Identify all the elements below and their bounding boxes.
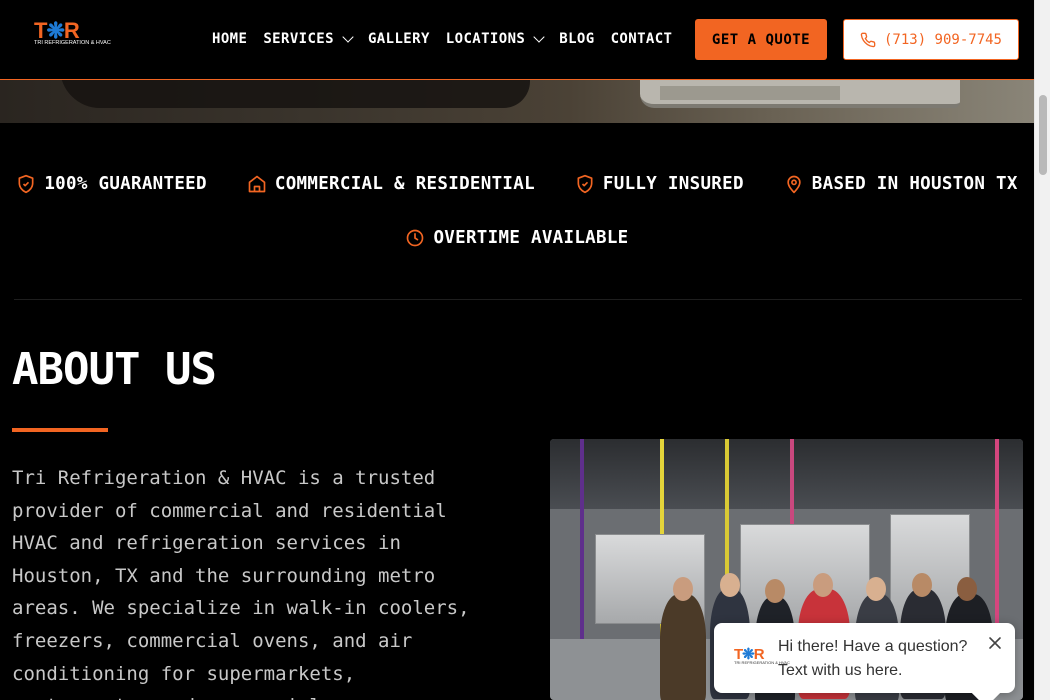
nav-blog[interactable]: BLOG [559,30,594,48]
feature-overtime: OVERTIME AVAILABLE [405,228,628,248]
shield-check-icon [577,174,593,194]
chat-widget[interactable]: T❋R TRI REFRIGERATION & HVAC Hi there! Ha… [714,623,1015,700]
brand-logo[interactable]: T❋R TRI REFRIGERATION & HVAC [34,20,111,54]
feature-insured: FULLY INSURED [575,174,744,194]
nav-gallery[interactable]: GALLERY [368,30,430,48]
title-underline [12,428,108,432]
hero-image-strip [0,80,1034,123]
close-icon[interactable] [987,635,1003,651]
feature-commercial-residential: COMMERCIAL & RESIDENTIAL [247,174,535,194]
chat-brand-logo: T❋R TRI REFRIGERATION & HVAC [734,646,790,665]
section-divider [14,299,1022,300]
nav-locations[interactable]: LOCATIONS [446,30,545,48]
phone-button[interactable]: (713) 909-7745 [843,19,1019,60]
features-section: 100% GUARANTEED COMMERCIAL & RESIDENTIAL… [0,160,1034,264]
chat-message: Hi there! Have a question? Text with us … [778,638,968,679]
logo-subtitle: TRI REFRIGERATION & HVAC [34,40,111,46]
clock-icon [407,229,424,247]
chevron-down-icon [533,31,545,43]
feature-houston: BASED IN HOUSTON TX [784,174,1018,194]
main-nav: HOME SERVICES GALLERY LOCATIONS BLOG CON… [212,30,672,48]
scrollbar-thumb[interactable] [1039,95,1047,175]
shield-check-icon [18,174,34,194]
nav-contact[interactable]: CONTACT [611,30,673,48]
chevron-down-icon [342,31,354,43]
about-title: ABOUT US [12,344,217,395]
home-icon [248,175,266,193]
map-pin-icon [787,175,801,194]
site-header: T❋R TRI REFRIGERATION & HVAC HOME SERVIC… [0,0,1034,80]
phone-icon [860,32,876,47]
page-scrollbar[interactable] [1034,0,1050,700]
nav-home[interactable]: HOME [212,30,247,48]
nav-services[interactable]: SERVICES [263,30,354,48]
about-body: Tri Refrigeration & HVAC is a trusted pr… [12,467,470,700]
feature-guaranteed: 100% GUARANTEED [16,174,207,194]
get-quote-button[interactable]: GET A QUOTE [695,19,827,60]
